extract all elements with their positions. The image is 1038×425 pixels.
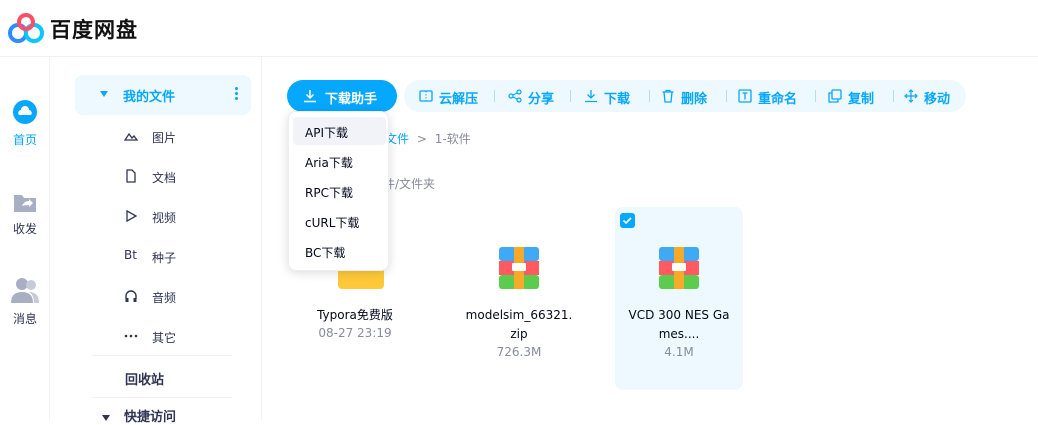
sidebar-item-label: 其它 <box>152 331 177 345</box>
download-helper-button[interactable]: 下载助手 <box>287 80 397 112</box>
separator <box>893 90 894 102</box>
sidebar-item-label: 音频 <box>152 291 177 305</box>
unzip-icon <box>419 90 433 102</box>
breadcrumb: 文件 > 1-软件 <box>385 130 471 147</box>
sidebar-item-label: 文档 <box>152 171 177 185</box>
file-name: Typora免费版 <box>317 308 393 322</box>
rename-button[interactable]: 重命名 <box>738 88 808 107</box>
menu-item-label: BC下载 <box>305 246 346 260</box>
download-button[interactable]: 下载 <box>584 88 640 107</box>
nav-messages[interactable]: 消息 <box>0 276 50 327</box>
file-item-vcd-nes[interactable]: VCD 300 NES Ga mes.... 4.1M <box>615 207 743 390</box>
move-icon <box>904 89 918 103</box>
item-count: 件/文件夹 <box>383 177 436 191</box>
trash-icon <box>662 89 674 103</box>
move-label: 移动 <box>924 92 951 107</box>
separator <box>726 90 727 102</box>
separator <box>815 90 816 102</box>
unzip-label: 云解压 <box>439 92 479 107</box>
sidebar-item-audio[interactable]: 音频 <box>124 287 254 307</box>
sidebar-item-other[interactable]: 其它 <box>124 327 254 347</box>
action-bar: 云解压 分享 下载 删除 重命名 复制 移动 <box>404 80 966 112</box>
copy-icon <box>828 89 842 103</box>
more-vertical-icon[interactable] <box>235 87 239 103</box>
nav-messages-label: 消息 <box>12 312 37 326</box>
share-icon <box>508 89 522 103</box>
share-button[interactable]: 分享 <box>508 88 564 107</box>
menu-item-rpc-download[interactable]: RPC下载 <box>293 177 386 205</box>
file-name: VCD 300 NES Ga mes.... <box>628 308 730 341</box>
file-meta: 08-27 23:19 <box>318 326 392 340</box>
download-label: 下载 <box>604 92 631 107</box>
sidebar-item-documents[interactable]: 文档 <box>124 167 254 187</box>
rename-icon <box>738 89 752 103</box>
nav-home-label: 首页 <box>12 133 37 147</box>
sidebar-item-my-files[interactable]: 我的文件 <box>75 75 251 115</box>
checkbox-checked[interactable] <box>620 213 635 228</box>
unzip-button[interactable]: 云解压 <box>419 88 485 107</box>
separator <box>570 90 571 102</box>
breadcrumb-separator: > <box>416 132 427 146</box>
quick-access-label: 快捷访问 <box>124 410 177 425</box>
caret-down-icon[interactable] <box>100 91 108 97</box>
nav-home[interactable]: 首页 <box>0 99 50 148</box>
left-nav: 首页 收发 消息 <box>0 57 50 420</box>
sidebar-item-label: 视频 <box>152 211 177 225</box>
sidebar-item-label: 种子 <box>152 251 177 265</box>
zip-archive-icon <box>659 247 699 289</box>
share-folder-icon <box>14 195 36 212</box>
sidebar-item-label: 图片 <box>152 131 177 145</box>
separator <box>494 90 495 102</box>
sidebar-divider <box>92 397 232 398</box>
file-meta: 4.1M <box>664 345 694 359</box>
menu-item-label: RPC下载 <box>305 186 353 200</box>
download-helper-menu: API下载 Aria下载 RPC下载 cURL下载 BC下载 <box>288 111 389 271</box>
delete-button[interactable]: 删除 <box>661 88 717 107</box>
file-name: modelsim_66321. zip <box>465 308 573 341</box>
breadcrumb-current: 1-软件 <box>434 132 471 146</box>
ellipsis-icon <box>124 334 138 338</box>
menu-item-label: API下载 <box>305 126 348 140</box>
menu-item-api-download[interactable]: API下载 <box>293 117 386 145</box>
contacts-icon <box>11 278 39 303</box>
cloud-icon <box>13 100 37 124</box>
separator <box>649 90 650 102</box>
sidebar-divider <box>92 355 232 356</box>
sidebar-item-images[interactable]: 图片 <box>124 127 254 147</box>
rename-label: 重命名 <box>758 92 798 107</box>
sidebar-item-videos[interactable]: 视频 <box>124 207 254 227</box>
delete-label: 删除 <box>681 92 708 107</box>
check-icon <box>622 217 632 225</box>
top-bar: 百度网盘 <box>0 0 1038 57</box>
copy-label: 复制 <box>848 92 875 107</box>
sidebar-item-quick-access[interactable]: 快捷访问 <box>102 406 176 425</box>
baidu-netdisk-logo[interactable] <box>8 13 44 45</box>
file-item-modelsim[interactable]: modelsim_66321. zip 726.3M <box>455 207 583 390</box>
move-button[interactable]: 移动 <box>904 88 960 107</box>
menu-item-bc-download[interactable]: BC下载 <box>293 237 386 265</box>
copy-button[interactable]: 复制 <box>828 88 884 107</box>
zip-archive-icon <box>499 247 539 289</box>
sidebar-item-torrents[interactable]: Bt 种子 <box>124 247 254 267</box>
menu-item-label: Aria下载 <box>305 156 353 170</box>
file-meta: 726.3M <box>496 345 542 359</box>
menu-item-curl-download[interactable]: cURL下载 <box>293 207 386 235</box>
download-icon <box>585 90 597 103</box>
my-files-label: 我的文件 <box>123 90 176 105</box>
brand-name: 百度网盘 <box>50 18 138 42</box>
download-icon <box>304 90 316 103</box>
headphone-icon <box>125 290 137 302</box>
document-icon <box>126 169 136 183</box>
bt-icon: Bt <box>124 248 137 262</box>
menu-item-label: cURL下载 <box>305 216 360 230</box>
nav-transfer[interactable]: 收发 <box>0 190 50 237</box>
video-icon <box>126 209 138 223</box>
sidebar-item-recycle-bin[interactable]: 回收站 <box>125 369 164 388</box>
nav-transfer-label: 收发 <box>12 222 37 236</box>
menu-item-aria-download[interactable]: Aria下载 <box>293 147 386 175</box>
image-icon <box>124 132 138 141</box>
share-label: 分享 <box>528 92 555 107</box>
download-helper-label: 下载助手 <box>325 92 378 107</box>
sidebar: 我的文件 图片 文档 视频 Bt 种子 音频 其它 回收站 快捷访问 <box>62 57 262 425</box>
